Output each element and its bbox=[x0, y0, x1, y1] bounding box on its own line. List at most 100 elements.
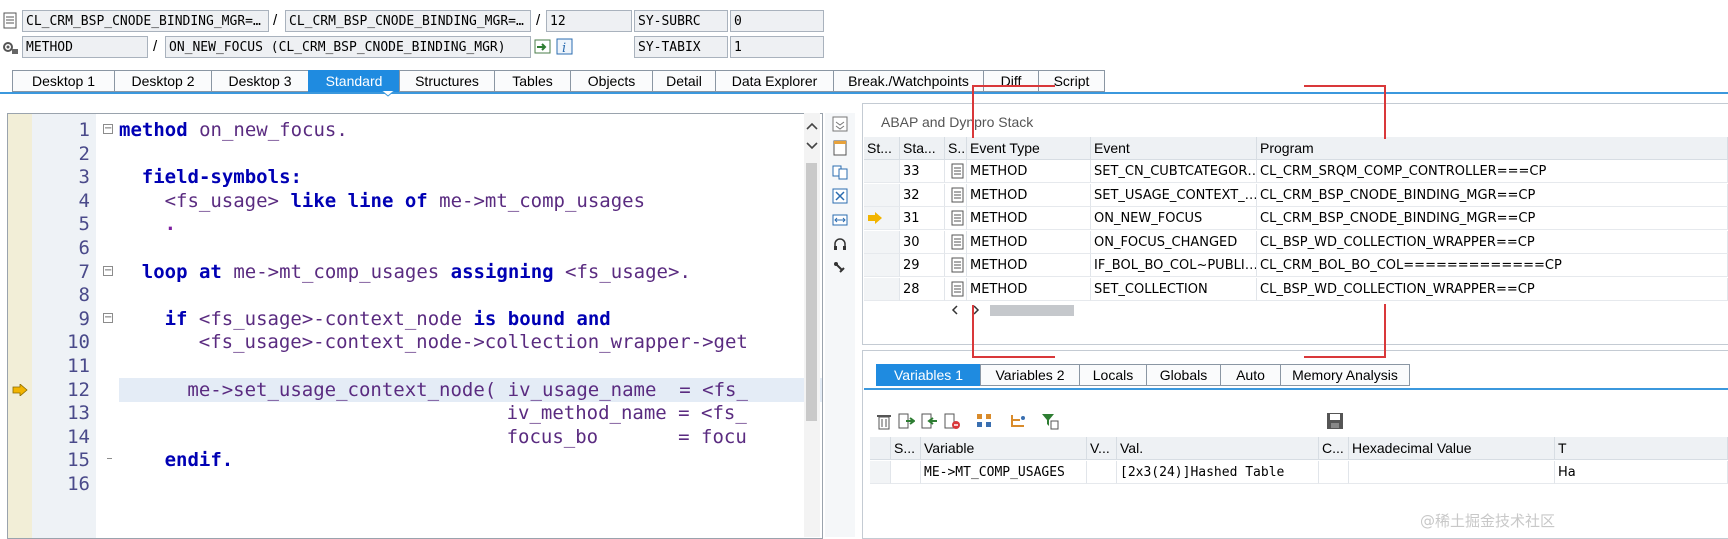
code-line[interactable]: 6 bbox=[8, 236, 822, 260]
export-icon[interactable] bbox=[920, 412, 938, 430]
row-marker[interactable] bbox=[864, 183, 900, 207]
source-icon[interactable] bbox=[945, 160, 967, 183]
tab-desktop-1[interactable]: Desktop 1 bbox=[12, 70, 114, 92]
stack-column-header[interactable]: Sta... bbox=[900, 137, 945, 160]
hierarchy-icon[interactable] bbox=[1008, 412, 1028, 430]
source-icon[interactable] bbox=[945, 207, 967, 230]
code-line[interactable]: 16 bbox=[8, 472, 822, 496]
row-marker[interactable] bbox=[864, 254, 900, 277]
save-icon[interactable] bbox=[1326, 412, 1344, 430]
collapse-icon[interactable] bbox=[832, 116, 848, 132]
remove-icon[interactable] bbox=[943, 412, 961, 430]
tab-detail[interactable]: Detail bbox=[652, 70, 715, 92]
row-marker[interactable] bbox=[864, 230, 900, 254]
tab-standard[interactable]: Standard bbox=[308, 70, 399, 92]
tab-desktop-2[interactable]: Desktop 2 bbox=[114, 70, 211, 92]
variables-column-header[interactable]: S... bbox=[891, 437, 921, 460]
sy-tabix-value[interactable]: 1 bbox=[730, 36, 824, 58]
type-field[interactable]: METHOD bbox=[22, 36, 148, 58]
tab-data-explorer[interactable]: Data Explorer bbox=[715, 70, 833, 92]
source-icon[interactable] bbox=[945, 183, 967, 207]
tab-desktop-3[interactable]: Desktop 3 bbox=[211, 70, 308, 92]
tab-variables-2[interactable]: Variables 2 bbox=[980, 364, 1079, 386]
tab-locals[interactable]: Locals bbox=[1079, 364, 1146, 386]
code-line[interactable]: 11 bbox=[8, 354, 822, 378]
code-token: <fs_usage> bbox=[164, 189, 291, 212]
code-line[interactable]: 9− if <fs_usage>-context_node is bound an… bbox=[8, 307, 822, 331]
code-line[interactable]: 13 iv_method_name = <fs_ bbox=[8, 401, 822, 425]
code-line[interactable]: 7− loop at me->mt_comp_usages assigning <… bbox=[8, 260, 822, 284]
code-line[interactable]: 4 <fs_usage> like line of me->mt_comp_usa… bbox=[8, 189, 822, 213]
close-frame-icon[interactable] bbox=[832, 188, 848, 204]
headset-icon[interactable] bbox=[832, 236, 848, 252]
stack-column-header[interactable]: Event Type bbox=[967, 137, 1091, 160]
variables-column-header[interactable]: V... bbox=[1087, 437, 1117, 460]
editor-scroll-thumb[interactable] bbox=[806, 163, 817, 421]
tab-memory-analysis[interactable]: Memory Analysis bbox=[1280, 364, 1410, 386]
variable-value[interactable]: [2x3(24)]Hashed Table bbox=[1117, 461, 1319, 484]
tab-variables-1[interactable]: Variables 1 bbox=[876, 364, 980, 386]
tab-tables[interactable]: Tables bbox=[494, 70, 570, 92]
fold-toggle-icon[interactable]: − bbox=[103, 312, 113, 323]
include-field[interactable]: CL_CRM_BSP_CNODE_BINDING_MGR=… bbox=[285, 10, 531, 32]
variables-column-header[interactable]: C... bbox=[1319, 437, 1349, 460]
document-icon[interactable] bbox=[2, 12, 18, 30]
tab-structures[interactable]: Structures bbox=[399, 70, 494, 92]
source-icon[interactable] bbox=[945, 230, 967, 254]
variables-column-header[interactable]: T bbox=[1555, 437, 1728, 460]
class-field[interactable]: CL_CRM_BSP_CNODE_BINDING_MGR=… bbox=[22, 10, 269, 32]
tab-diff[interactable]: Diff bbox=[983, 70, 1038, 92]
scroll-down-icon[interactable] bbox=[806, 142, 818, 150]
tools-icon[interactable] bbox=[832, 260, 848, 276]
variable-name[interactable]: ME->MT_COMP_USAGES bbox=[921, 461, 1087, 484]
fold-toggle-icon[interactable]: − bbox=[103, 265, 113, 276]
fold-toggle-icon[interactable]: − bbox=[103, 124, 113, 134]
row-selector-header[interactable] bbox=[870, 437, 891, 460]
compare-icon[interactable] bbox=[832, 164, 848, 180]
scroll-up-icon[interactable] bbox=[806, 122, 818, 130]
tab-script[interactable]: Script bbox=[1038, 70, 1105, 92]
code-line[interactable]: 8 bbox=[8, 283, 822, 307]
stack-column-header[interactable]: Event bbox=[1091, 137, 1257, 160]
scroll-left-icon[interactable] bbox=[951, 305, 959, 315]
resize-icon[interactable] bbox=[832, 212, 848, 228]
method-field[interactable]: ON_NEW_FOCUS (CL_CRM_BSP_CNODE_BINDING_M… bbox=[165, 36, 531, 58]
row-marker[interactable] bbox=[864, 160, 900, 183]
stack-column-header[interactable]: Program bbox=[1257, 137, 1728, 160]
stack-column-header[interactable]: S... bbox=[945, 137, 967, 160]
code-line[interactable]: 12 me->set_usage_context_node( iv_usage_n… bbox=[67, 377, 822, 402]
row-marker[interactable] bbox=[864, 277, 900, 301]
navigate-icon[interactable] bbox=[534, 38, 552, 56]
code-line[interactable]: 2 bbox=[8, 142, 822, 166]
variables-column-header[interactable]: Variable bbox=[921, 437, 1087, 460]
row-selector[interactable] bbox=[870, 461, 891, 484]
stack-column-header[interactable]: St... bbox=[864, 137, 900, 160]
program-name: CL_CRM_SRQM_COMP_CONTROLLER===CP bbox=[1257, 160, 1728, 183]
tab-auto[interactable]: Auto bbox=[1220, 364, 1280, 386]
code-line[interactable]: 14 focus_bo = focu bbox=[8, 425, 822, 449]
filter-icon[interactable] bbox=[1040, 412, 1060, 430]
code-line[interactable]: 15 endif. bbox=[8, 448, 822, 472]
import-icon[interactable] bbox=[897, 412, 915, 430]
code-line[interactable]: 1 − method on_new_focus. bbox=[8, 118, 822, 142]
new-document-icon[interactable] bbox=[832, 140, 848, 156]
tab-break-watchpoints[interactable]: Break./Watchpoints bbox=[833, 70, 983, 92]
structure-icon[interactable] bbox=[975, 412, 995, 430]
variables-column-header[interactable]: Val. bbox=[1117, 437, 1319, 460]
code-line[interactable]: 5. bbox=[8, 212, 822, 236]
info-icon[interactable]: i bbox=[556, 38, 574, 56]
line-field[interactable]: 12 bbox=[546, 10, 632, 32]
stack-hscroll-thumb[interactable] bbox=[990, 305, 1074, 316]
tab-globals[interactable]: Globals bbox=[1146, 364, 1220, 386]
sy-subrc-value[interactable]: 0 bbox=[730, 10, 824, 32]
variables-column-header[interactable]: Hexadecimal Value bbox=[1349, 437, 1555, 460]
source-icon[interactable] bbox=[945, 254, 967, 277]
delete-icon[interactable] bbox=[876, 412, 892, 430]
row-marker[interactable] bbox=[864, 207, 900, 230]
code-line[interactable]: 3 field-symbols: bbox=[8, 165, 822, 189]
gear-icon[interactable] bbox=[1, 38, 19, 56]
code-editor[interactable]: 1− method on_new_focus. 2 3 field-symbols: 4 <… bbox=[7, 113, 823, 539]
code-line[interactable]: 10 <fs_usage>-context_node->collection_wr… bbox=[8, 330, 822, 354]
tab-objects[interactable]: Objects bbox=[570, 70, 652, 92]
source-icon[interactable] bbox=[945, 277, 967, 301]
